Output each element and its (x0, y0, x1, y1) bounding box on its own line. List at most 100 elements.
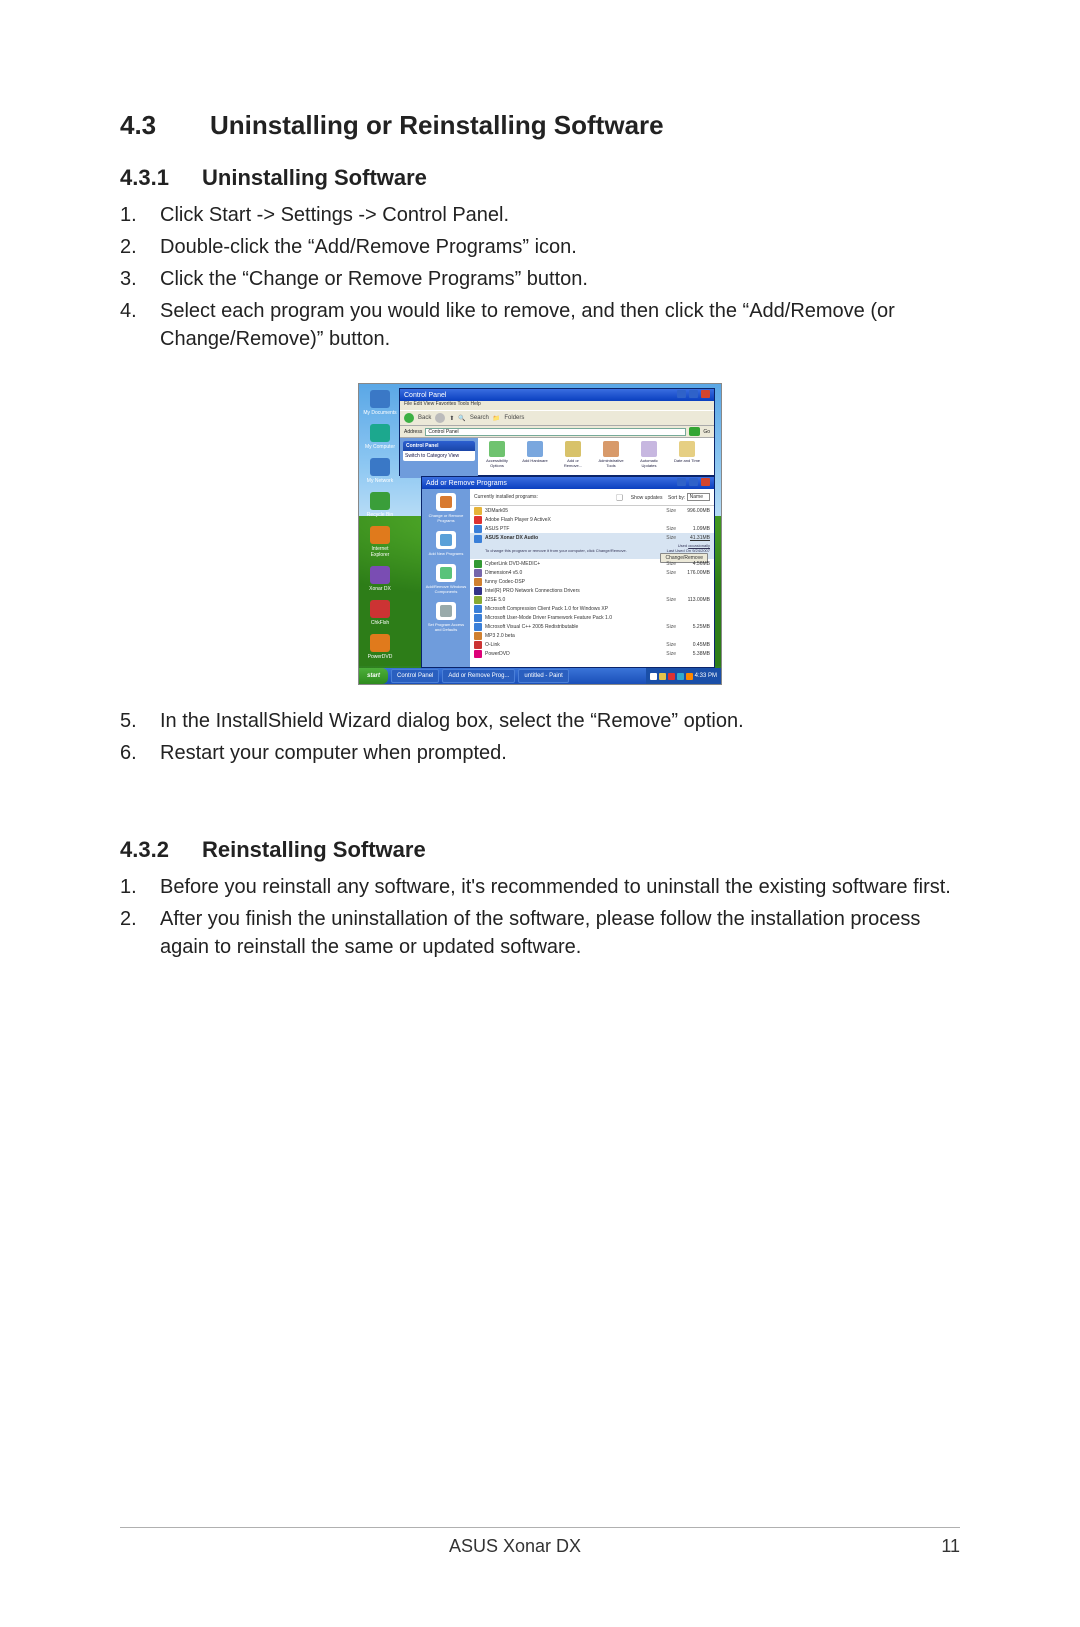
arp-row[interactable]: Microsoft User-Mode Driver Framework Fea… (470, 613, 714, 622)
folders-icon[interactable]: 📁 (493, 415, 500, 422)
list-item: 5.In the InstallShield Wizard dialog box… (120, 707, 960, 735)
arp-row[interactable]: 3DMark05Size996.00MB (470, 506, 714, 515)
system-tray[interactable]: 4:33 PM (646, 668, 721, 684)
sort-by-label: Sort by: (668, 494, 685, 500)
desktop-icon[interactable]: My Computer (363, 424, 397, 450)
show-updates-label: Show updates (631, 494, 663, 500)
arp-row-selected[interactable]: ASUS Xonar DX Audio Size 41.31MB Used oc… (470, 533, 714, 559)
go-button[interactable] (689, 427, 700, 436)
arp-row[interactable]: Dimension4 v5.0Size176.00MB (470, 568, 714, 577)
arp-row[interactable]: Adobe Flash Player 9 ActiveX (470, 515, 714, 524)
arp-side-set-access[interactable]: Set Program Access and Defaults (424, 602, 468, 632)
list-item: 6.Restart your computer when prompted. (120, 739, 960, 767)
back-icon[interactable] (404, 413, 414, 423)
screenshot-xp-add-remove: My Documents My Computer My Network Recy… (358, 383, 722, 685)
desktop-icon[interactable]: My Network (363, 458, 397, 484)
heading-4-3: 4.3Uninstalling or Reinstalling Software (120, 110, 960, 141)
arp-row[interactable]: MP3 2.0 beta (470, 631, 714, 640)
desktop-icon[interactable]: Xonar DX (363, 566, 397, 592)
maximize-icon[interactable] (689, 478, 698, 486)
cp-side-header: Control Panel (403, 441, 475, 451)
uninstall-steps-1to4: 1.Click Start -> Settings -> Control Pan… (120, 201, 960, 353)
arp-side-change-remove[interactable]: Change or Remove Programs (424, 493, 468, 523)
taskbar-button[interactable]: Add or Remove Prog... (442, 669, 515, 683)
tray-icon[interactable] (668, 673, 675, 680)
search-label: Search (470, 415, 489, 421)
cp-icon[interactable]: Administrative Tools (596, 441, 626, 475)
arp-top-bar: Currently installed programs: Show updat… (470, 489, 714, 506)
minimize-icon[interactable] (677, 478, 686, 486)
titlebar[interactable]: Control Panel (400, 389, 714, 401)
desktop-icon[interactable]: ChkFlsh (363, 600, 397, 626)
reinstall-steps: 1.Before you reinstall any software, it'… (120, 873, 960, 961)
tray-clock: 4:33 PM (695, 673, 717, 679)
desktop-icon[interactable]: My Documents (363, 390, 397, 416)
heading-title: Uninstalling or Reinstalling Software (210, 110, 664, 140)
cp-side-panel: Control Panel Switch to Category View (400, 438, 478, 478)
address-label: Address (404, 429, 422, 435)
footer-product: ASUS Xonar DX (120, 1536, 910, 1557)
subheading-num: 4.3.2 (120, 837, 202, 863)
cp-icon[interactable]: Add or Remove... (558, 441, 588, 475)
forward-icon[interactable] (435, 413, 445, 423)
uninstall-steps-5to6: 5.In the InstallShield Wizard dialog box… (120, 707, 960, 767)
tray-icon[interactable] (686, 673, 693, 680)
heading-4-3-1: 4.3.1Uninstalling Software (120, 165, 960, 191)
arp-row[interactable]: J2SE 5.0Size113.00MB (470, 595, 714, 604)
cp-side-link[interactable]: Switch to Category View (405, 453, 473, 459)
close-icon[interactable] (701, 478, 710, 486)
arp-row[interactable]: ASUS PTFSize1.09MB (470, 524, 714, 533)
cp-icon[interactable]: Date and Time (672, 441, 702, 475)
desktop-icon[interactable]: PowerDVD (363, 634, 397, 660)
arp-row[interactable]: PowerDVDSize5.38MB (470, 649, 714, 658)
desktop-icon[interactable]: Internet Explorer (363, 526, 397, 558)
list-item: 1.Click Start -> Settings -> Control Pan… (120, 201, 960, 229)
selected-size: 41.31MB (680, 535, 710, 543)
tray-icon[interactable] (650, 673, 657, 680)
tray-icon[interactable] (659, 673, 666, 680)
desktop-icons: My Documents My Computer My Network Recy… (363, 390, 403, 668)
arp-row[interactable]: Intel(R) PRO Network Connections Drivers (470, 586, 714, 595)
arp-side-panel: Change or Remove Programs Add New Progra… (422, 489, 470, 667)
window-add-remove-programs: Add or Remove Programs Change or Remove … (421, 476, 715, 668)
sort-by-value[interactable]: Name (687, 493, 710, 501)
toolbar: Back ⬆ 🔍 Search 📁 Folders (400, 410, 714, 426)
desktop-icon[interactable]: Recycle Bin (363, 492, 397, 518)
menubar[interactable]: File Edit View Favorites Tools Help (400, 401, 714, 410)
arp-row[interactable]: O-LinkSize0.45MB (470, 640, 714, 649)
arp-row[interactable]: Microsoft Compression Client Pack 1.0 fo… (470, 604, 714, 613)
list-item: 2.Double-click the “Add/Remove Programs”… (120, 233, 960, 261)
arp-row[interactable]: Microsoft Visual C++ 2005 Redistributabl… (470, 622, 714, 631)
cp-icon[interactable]: Add Hardware (520, 441, 550, 475)
cp-icon[interactable]: Accessibility Options (482, 441, 512, 475)
arp-program-list[interactable]: 3DMark05Size996.00MB Adobe Flash Player … (470, 506, 714, 667)
arp-side-add-new[interactable]: Add New Programs (424, 531, 468, 556)
minimize-icon[interactable] (677, 390, 686, 398)
up-icon[interactable]: ⬆ (449, 415, 454, 422)
back-label: Back (418, 415, 431, 421)
subheading-title: Reinstalling Software (202, 837, 426, 862)
arp-row[interactable]: funny Codec-DSP (470, 577, 714, 586)
tray-icon[interactable] (677, 673, 684, 680)
heading-4-3-2: 4.3.2Reinstalling Software (120, 837, 960, 863)
selected-name: ASUS Xonar DX Audio (485, 535, 666, 543)
page-footer: ASUS Xonar DX 11 (120, 1527, 960, 1557)
folders-label: Folders (504, 415, 524, 421)
arp-currently-installed: Currently installed programs: (474, 494, 538, 500)
close-icon[interactable] (701, 390, 710, 398)
start-button[interactable]: start (359, 668, 388, 684)
taskbar-button[interactable]: untitled - Paint (518, 669, 568, 683)
list-item: 4.Select each program you would like to … (120, 297, 960, 353)
taskbar: start Control Panel Add or Remove Prog..… (359, 668, 721, 684)
address-value[interactable]: Control Panel (425, 428, 686, 436)
arp-side-windows-components[interactable]: Add/Remove Windows Components (424, 564, 468, 594)
maximize-icon[interactable] (689, 390, 698, 398)
show-updates-checkbox[interactable] (617, 494, 624, 501)
heading-num: 4.3 (120, 110, 210, 141)
list-item: 3.Click the “Change or Remove Programs” … (120, 265, 960, 293)
search-icon[interactable]: 🔍 (458, 415, 465, 422)
cp-icon[interactable]: Automatic Updates (634, 441, 664, 475)
go-label: Go (703, 429, 710, 435)
taskbar-button[interactable]: Control Panel (391, 669, 439, 683)
subheading-num: 4.3.1 (120, 165, 202, 191)
